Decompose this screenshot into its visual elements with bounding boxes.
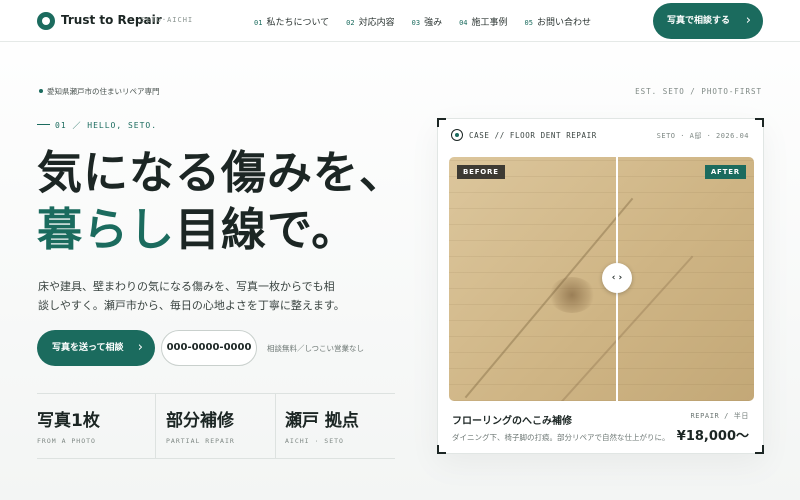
stat-title: 部分補修 bbox=[166, 411, 234, 431]
nav-num: 05 bbox=[524, 19, 533, 27]
nav-label: 施工事例 bbox=[471, 18, 508, 28]
logo-icon[interactable] bbox=[37, 12, 55, 30]
target-icon bbox=[451, 129, 463, 141]
stat-location: 瀬戸 拠点 AICHI · SETO bbox=[275, 394, 395, 458]
hero-description-line1: 床や建具、壁まわりの気になる傷みを、写真一枚からでも相 bbox=[38, 280, 335, 293]
main-nav: 01 私たちについて 02 対応内容 03 強み 04 施工事例 05 お問い合わせ bbox=[254, 15, 591, 28]
nav-num: 01 bbox=[254, 19, 263, 27]
after-badge: AFTER bbox=[704, 165, 746, 179]
location-dot-icon bbox=[39, 89, 43, 93]
stat-partial-repair: 部分補修 PARTIAL REPAIR bbox=[155, 394, 275, 458]
stat-title: 瀬戸 拠点 bbox=[285, 411, 359, 431]
corner-mark bbox=[755, 118, 764, 127]
logo-subtitle: SETO·AICHI bbox=[141, 16, 194, 24]
comparison-slider-handle[interactable]: ‹ › bbox=[602, 263, 632, 293]
nav-label: 強み bbox=[424, 18, 443, 28]
nav-label: 私たちについて bbox=[266, 18, 330, 28]
stat-subtitle: PARTIAL REPAIR bbox=[166, 437, 235, 445]
nav-item-about[interactable]: 01 私たちについて bbox=[254, 15, 329, 28]
nav-item-contact[interactable]: 05 お問い合わせ bbox=[525, 15, 591, 28]
case-price-label: REPAIR / 半日 bbox=[690, 412, 749, 420]
corner-mark bbox=[437, 118, 446, 127]
nav-num: 03 bbox=[411, 19, 421, 27]
nav-num: 02 bbox=[346, 19, 355, 27]
site-header: Trust to Repair SETO·AICHI 01 私たちについて 02 対… bbox=[0, 0, 800, 42]
case-price: ¥18,000〜 bbox=[676, 429, 749, 444]
before-badge: BEFORE bbox=[457, 165, 505, 179]
dent-mark bbox=[549, 277, 595, 313]
headline-rest: 目線で。 bbox=[175, 203, 358, 256]
case-description: ダイニング下、椅子脚の打痕。部分リペアで自然な仕上がりに。 bbox=[452, 433, 670, 442]
hero-tagline: 愛知県瀬戸市の住まいリペア専門 bbox=[47, 87, 160, 96]
stat-subtitle: AICHI · SETO bbox=[285, 437, 344, 445]
stat-title: 写真1枚 bbox=[37, 411, 100, 431]
hero-description-line2: 談しやすく。瀬戸市から、毎日の心地よさを丁寧に整えます。 bbox=[38, 299, 345, 312]
nav-label: 対応内容 bbox=[358, 18, 395, 28]
est-label: EST. SETO / PHOTO-FIRST bbox=[635, 87, 762, 96]
corner-mark bbox=[755, 445, 764, 454]
photo-consult-label: 写真で相談する bbox=[667, 16, 731, 26]
photo-consult-button[interactable]: 写真で相談する › bbox=[653, 3, 763, 39]
nav-label: お問い合わせ bbox=[536, 18, 591, 28]
phone-button[interactable]: 000-0000-0000 bbox=[161, 330, 257, 366]
consult-note: 相談無料／しつこい営業なし bbox=[267, 344, 365, 353]
headline-accent: 暮らし bbox=[37, 203, 176, 256]
hello-divider bbox=[37, 124, 50, 125]
case-label: CASE // FLOOR DENT REPAIR bbox=[469, 131, 597, 140]
corner-mark bbox=[437, 445, 446, 454]
arrow-right-icon: › bbox=[745, 13, 751, 28]
send-photo-button[interactable]: 写真を送って相談 › bbox=[37, 330, 155, 366]
nav-num: 04 bbox=[459, 19, 468, 27]
stats-divider-bottom bbox=[37, 458, 395, 459]
nav-item-cases[interactable]: 04 施工事例 bbox=[459, 15, 507, 28]
stat-subtitle: FROM A PHOTO bbox=[37, 437, 96, 445]
hello-label: 01 ／ HELLO, SETO. bbox=[55, 121, 158, 130]
before-after-photo[interactable]: BEFORE AFTER ‹ › bbox=[449, 157, 754, 401]
headline-line1: 気になる傷みを、 bbox=[37, 146, 406, 199]
arrow-right-icon: › bbox=[137, 340, 143, 355]
case-title: フローリングのへこみ補修 bbox=[452, 416, 572, 427]
nav-item-services[interactable]: 02 対応内容 bbox=[346, 15, 394, 28]
send-photo-label: 写真を送って相談 bbox=[52, 343, 124, 353]
nav-item-strengths[interactable]: 03 強み bbox=[412, 15, 442, 28]
stat-photo: 写真1枚 FROM A PHOTO bbox=[37, 394, 155, 458]
case-card: CASE // FLOOR DENT REPAIR SETO · A邸 · 20… bbox=[437, 118, 764, 454]
case-meta: SETO · A邸 · 2026.04 bbox=[656, 132, 749, 140]
headline-line2: 暮らし目線で。 bbox=[37, 207, 357, 252]
